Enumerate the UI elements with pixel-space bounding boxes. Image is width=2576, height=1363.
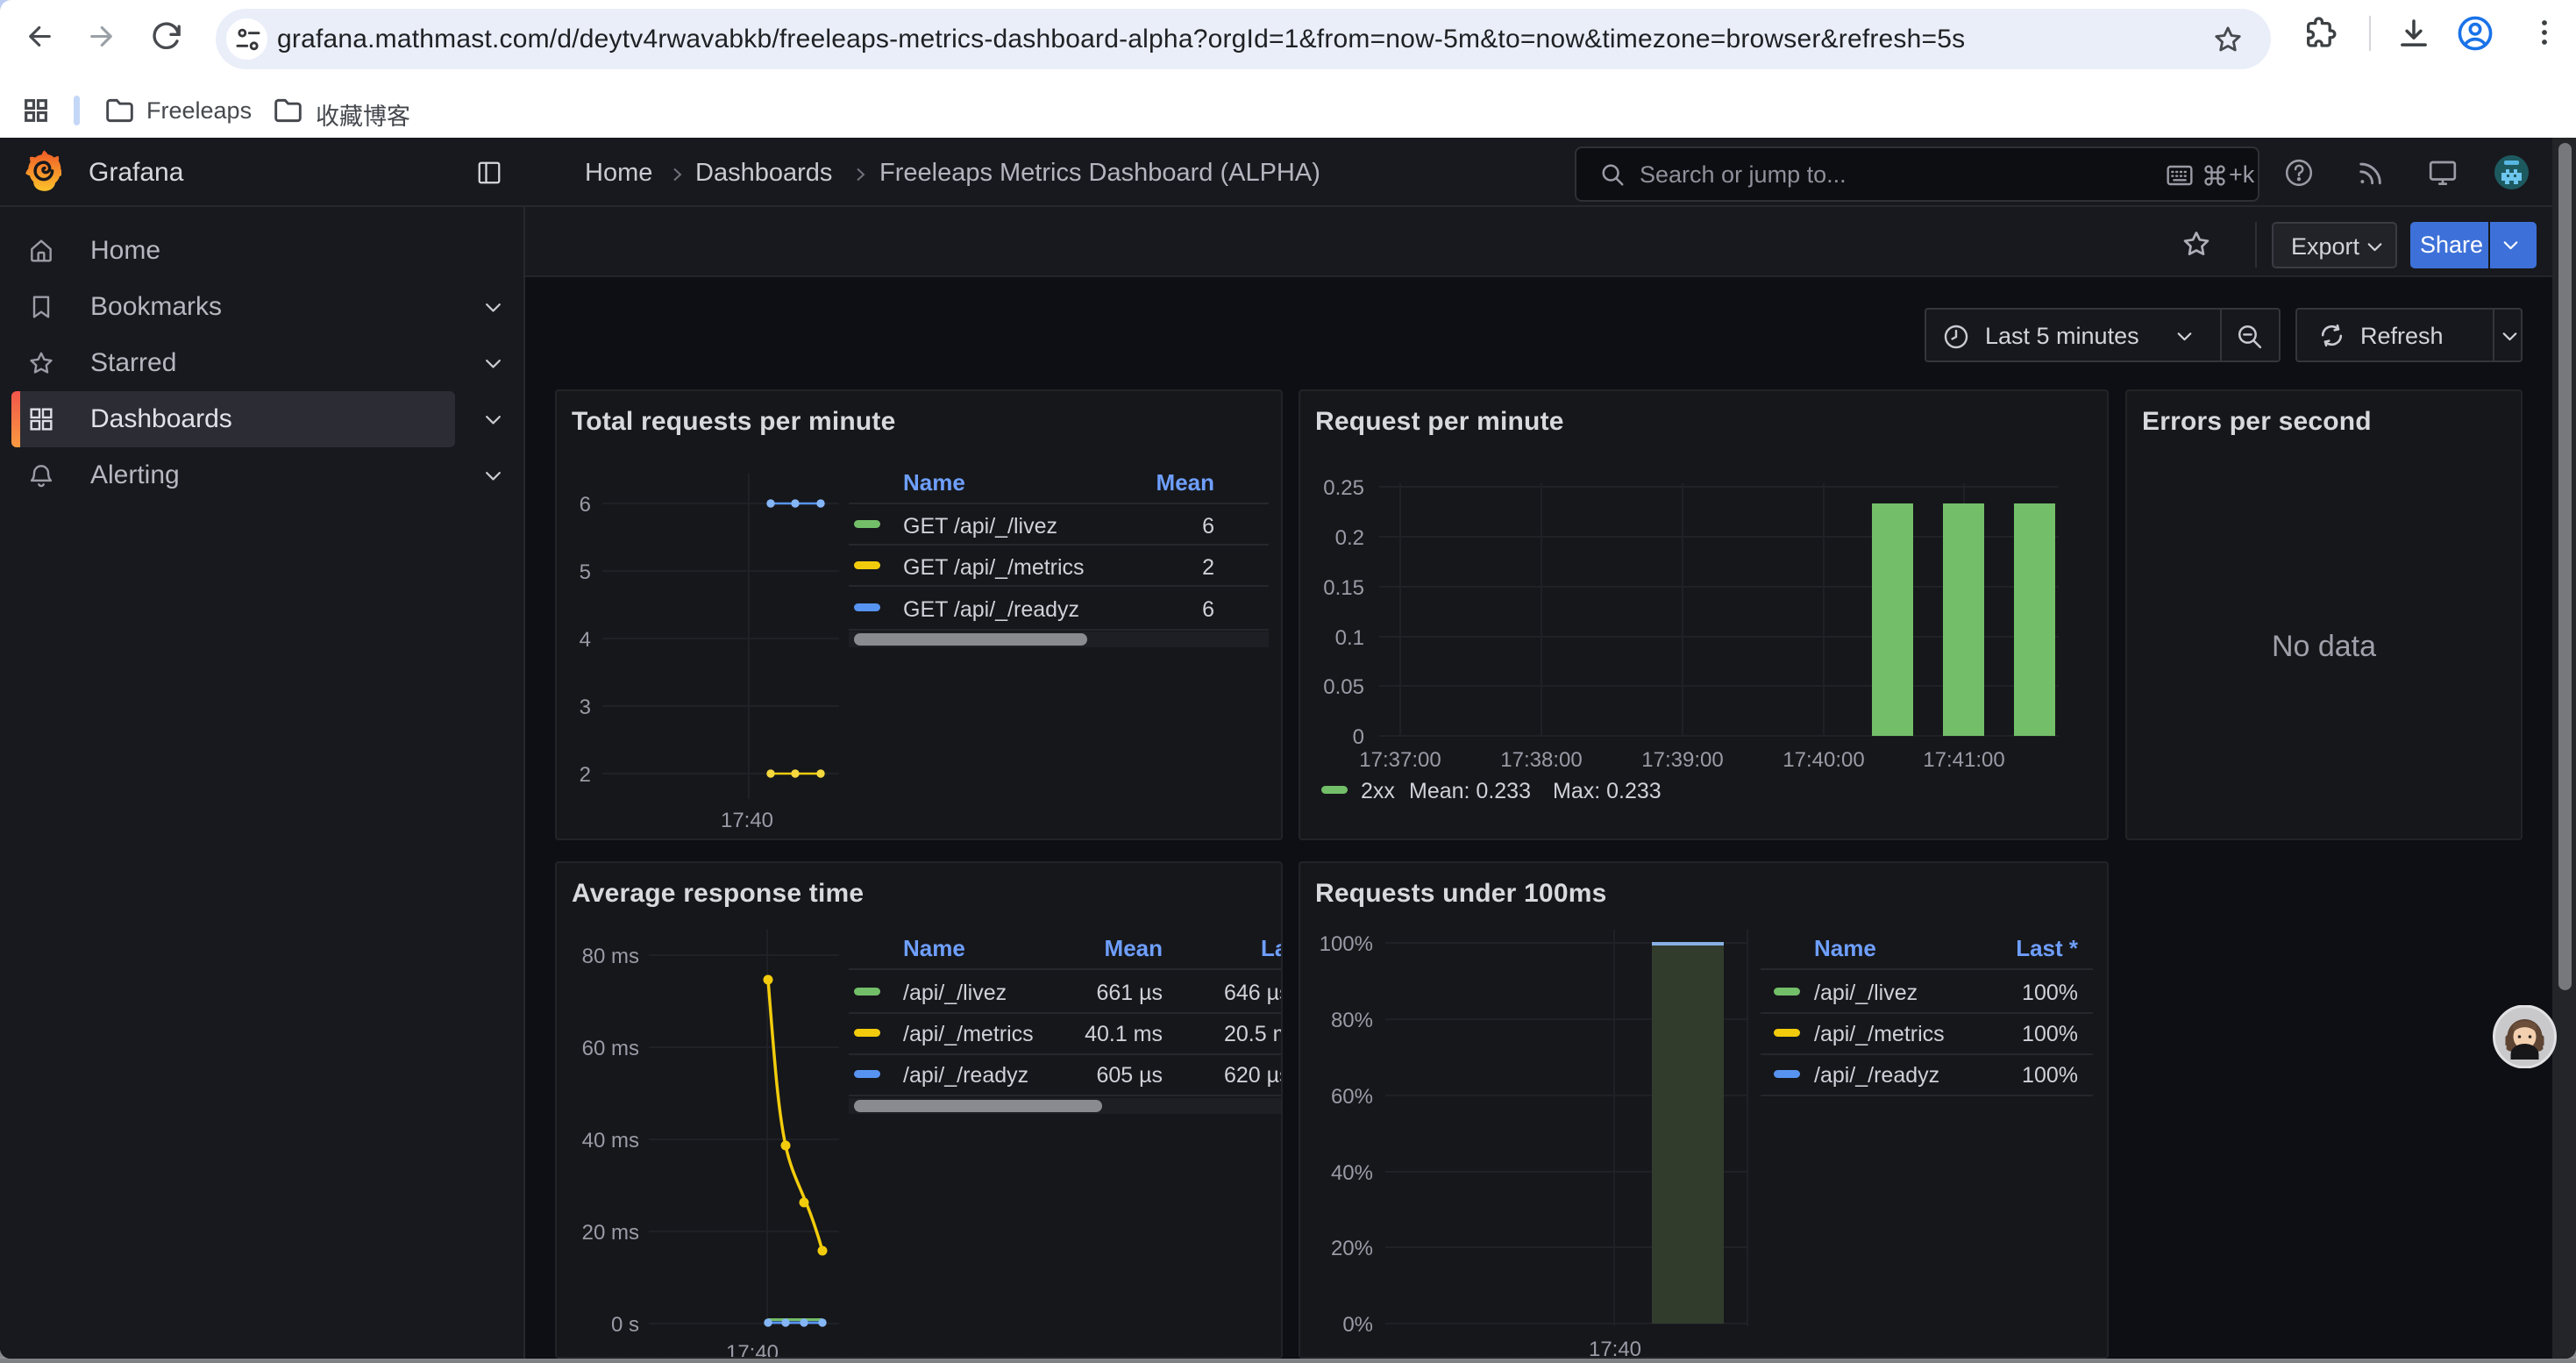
svg-text:/api/_/metrics: /api/_/metrics: [1814, 1022, 1945, 1046]
svg-text:0: 0: [1353, 725, 1364, 749]
svg-text:100%: 100%: [2022, 1063, 2078, 1088]
svg-text:100%: 100%: [2022, 981, 2078, 1005]
svg-text:0.1: 0.1: [1335, 626, 1364, 650]
svg-text:Last *: Last *: [2016, 935, 2079, 961]
svg-text:0%: 0%: [1342, 1313, 1373, 1337]
svg-text:620 µs: 620 µs: [1224, 1063, 1281, 1088]
svg-text:80 ms: 80 ms: [582, 945, 639, 968]
svg-text:GET /api/_/readyz: GET /api/_/readyz: [903, 597, 1079, 622]
svg-text:5: 5: [580, 560, 591, 584]
svg-text:646 µs: 646 µs: [1224, 981, 1281, 1005]
svg-text:Name: Name: [1814, 935, 1876, 961]
svg-text:17:40: 17:40: [1589, 1338, 1641, 1357]
svg-text:2: 2: [1202, 555, 1214, 580]
svg-text:/api/_/readyz: /api/_/readyz: [903, 1063, 1028, 1088]
svg-text:40%: 40%: [1331, 1161, 1373, 1185]
svg-text:2xx: 2xx: [1361, 779, 1395, 803]
svg-text:Mean: Mean: [1156, 469, 1214, 496]
svg-text:Max: 0.233: Max: 0.233: [1553, 779, 1662, 803]
svg-text:100%: 100%: [2022, 1022, 2078, 1046]
svg-text:661 µs: 661 µs: [1096, 981, 1163, 1005]
svg-text:2: 2: [580, 763, 591, 787]
svg-text:17:40:00: 17:40:00: [1783, 748, 1864, 772]
svg-text:6: 6: [580, 493, 591, 517]
svg-text:6: 6: [1202, 514, 1214, 539]
svg-text:0.05: 0.05: [1323, 675, 1364, 699]
svg-text:0 s: 0 s: [611, 1313, 639, 1337]
svg-text:20%: 20%: [1331, 1237, 1373, 1260]
svg-text:Name: Name: [903, 935, 965, 961]
svg-text:17:38:00: 17:38:00: [1500, 748, 1582, 772]
svg-text:80%: 80%: [1331, 1009, 1373, 1032]
svg-text:0.15: 0.15: [1323, 576, 1364, 600]
svg-text:17:41:00: 17:41:00: [1923, 748, 2004, 772]
svg-text:17:37:00: 17:37:00: [1359, 748, 1441, 772]
svg-text:/api/_/metrics: /api/_/metrics: [903, 1022, 1034, 1046]
svg-text:3: 3: [580, 696, 591, 719]
svg-text:4: 4: [580, 628, 591, 652]
svg-text:Mean: Mean: [1105, 935, 1163, 961]
svg-text:GET /api/_/livez: GET /api/_/livez: [903, 514, 1057, 539]
svg-text:GET /api/_/metrics: GET /api/_/metrics: [903, 555, 1085, 580]
svg-text:100%: 100%: [1320, 932, 1373, 956]
svg-text:/api/_/livez: /api/_/livez: [1814, 981, 1918, 1005]
svg-text:Mean: 0.233: Mean: 0.233: [1409, 779, 1531, 803]
svg-text:/api/_/livez: /api/_/livez: [903, 981, 1007, 1005]
svg-text:17:39:00: 17:39:00: [1641, 748, 1723, 772]
svg-text:/api/_/readyz: /api/_/readyz: [1814, 1063, 1939, 1088]
svg-text:605 µs: 605 µs: [1096, 1063, 1163, 1088]
svg-text:17:40: 17:40: [721, 809, 773, 832]
svg-text:40 ms: 40 ms: [582, 1129, 639, 1152]
svg-text:60%: 60%: [1331, 1085, 1373, 1109]
svg-text:0.25: 0.25: [1323, 476, 1364, 500]
svg-text:0.2: 0.2: [1335, 526, 1364, 550]
svg-text:6: 6: [1202, 597, 1214, 622]
svg-text:Last *: Last *: [1261, 935, 1281, 961]
svg-text:40.1 ms: 40.1 ms: [1085, 1022, 1163, 1046]
svg-text:20 ms: 20 ms: [582, 1221, 639, 1245]
svg-text:60 ms: 60 ms: [582, 1037, 639, 1060]
svg-text:17:40: 17:40: [726, 1341, 779, 1357]
svg-text:Name: Name: [903, 469, 965, 496]
svg-text:20.5 ms: 20.5 ms: [1224, 1022, 1281, 1046]
